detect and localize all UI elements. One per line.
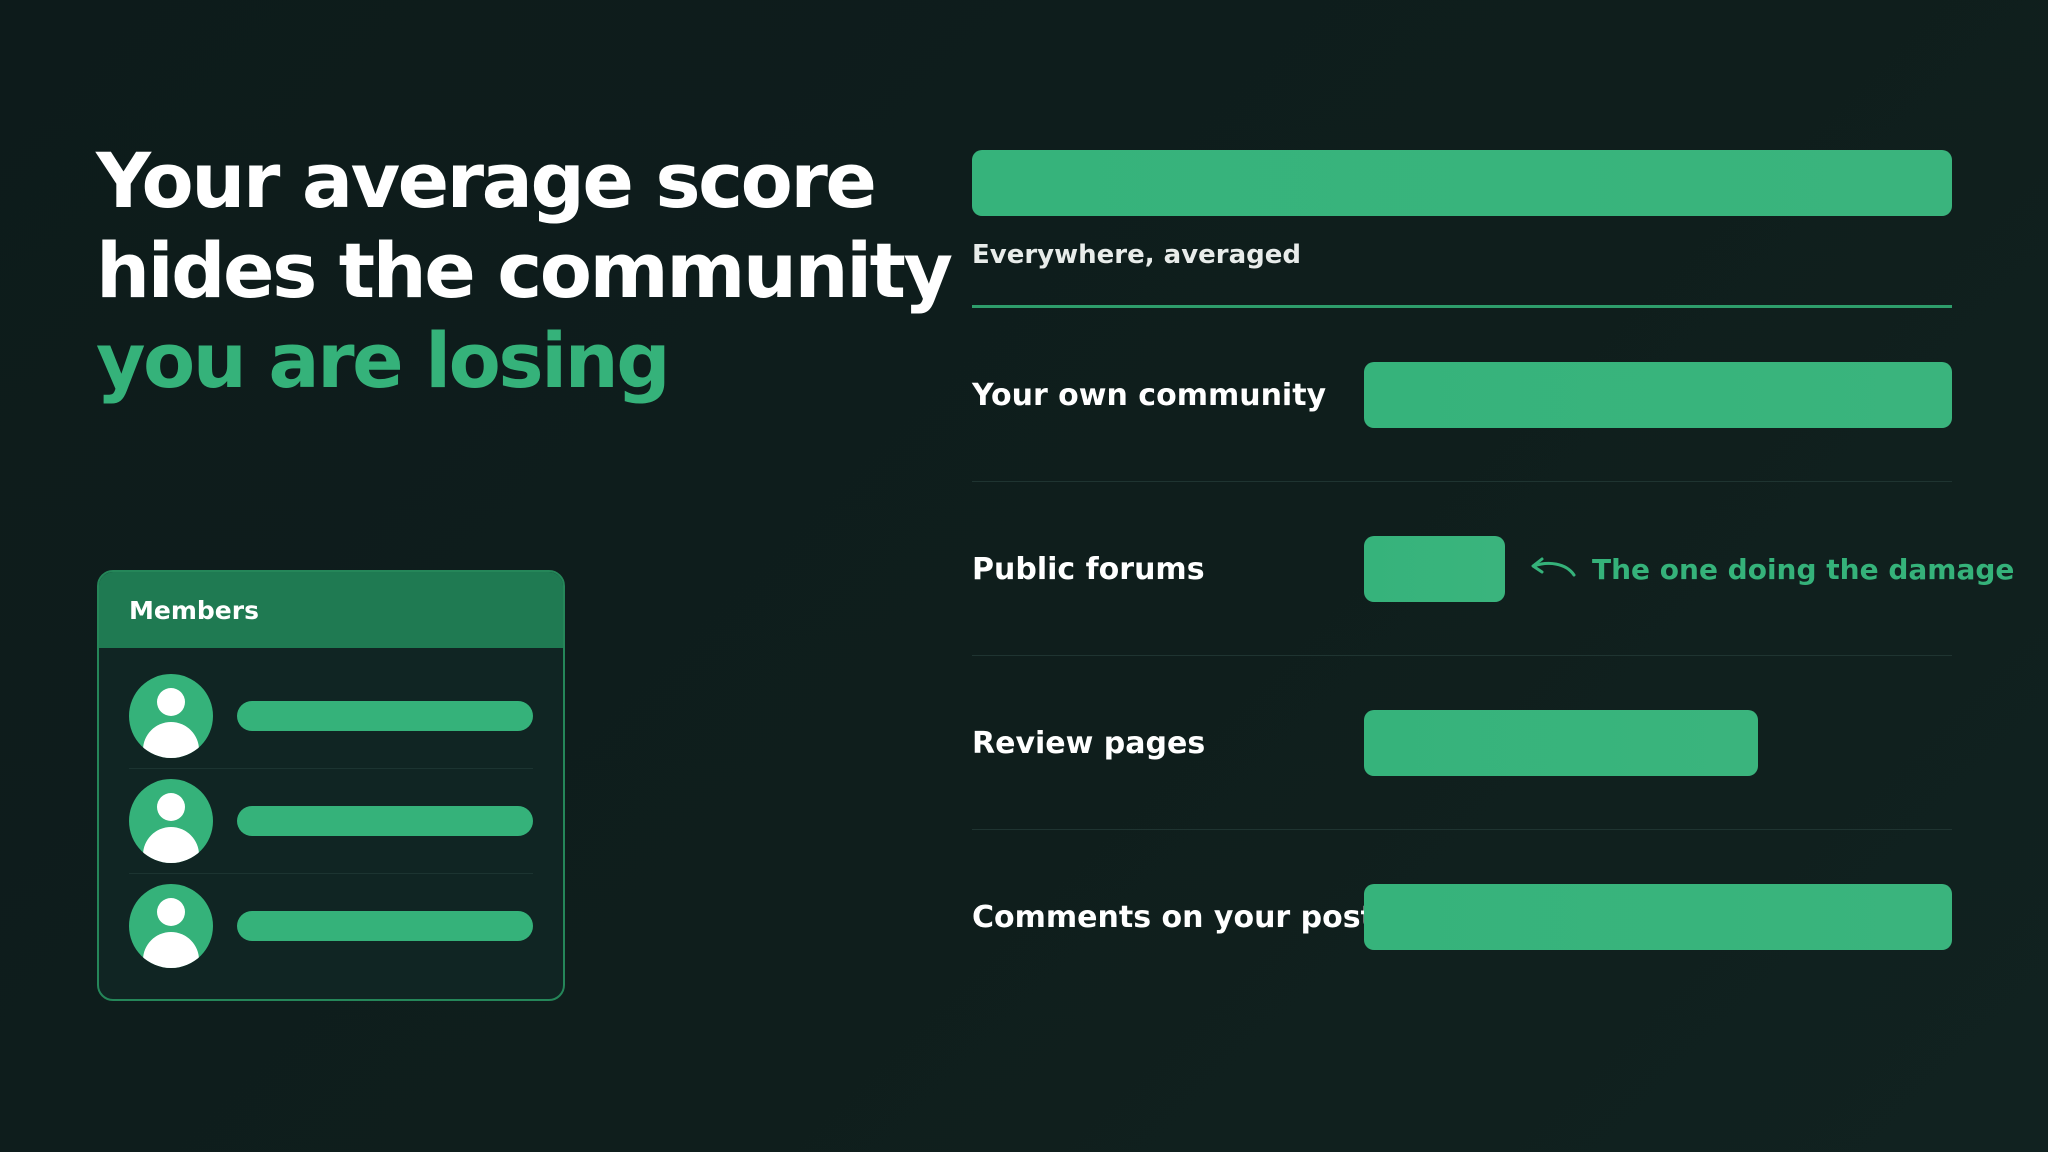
members-card-header: Members xyxy=(99,572,563,648)
member-placeholder-bar xyxy=(237,911,533,941)
chart-row-comments: Comments on your posts xyxy=(972,830,1952,1004)
annotation-text: The one doing the damage xyxy=(1592,552,2015,586)
overall-score-bar xyxy=(972,150,1952,216)
chart-row-own-community: Your own community xyxy=(972,308,1952,482)
category-label: Review pages xyxy=(972,725,1206,761)
members-card-title: Members xyxy=(129,595,259,625)
curved-arrow-left-icon xyxy=(1531,557,1576,577)
member-row xyxy=(129,664,533,769)
category-bar xyxy=(1364,536,1505,602)
headline: Your average score hides the community y… xyxy=(96,136,953,406)
user-avatar-icon xyxy=(129,884,213,968)
member-list xyxy=(99,648,563,978)
headline-line-2: hides the community xyxy=(96,226,953,315)
user-avatar-icon xyxy=(129,674,213,758)
category-label: Public forums xyxy=(972,551,1205,587)
member-row xyxy=(129,874,533,978)
member-row xyxy=(129,769,533,874)
chart-row-review-pages: Review pages xyxy=(972,656,1952,830)
category-bar xyxy=(1364,710,1758,776)
user-avatar-icon xyxy=(129,779,213,863)
headline-line-1: Your average score xyxy=(96,136,877,225)
category-label: Comments on your posts xyxy=(972,899,1393,935)
members-card: Members xyxy=(97,570,565,1001)
member-placeholder-bar xyxy=(237,701,533,731)
damage-annotation: The one doing the damage xyxy=(1530,482,2014,656)
member-placeholder-bar xyxy=(237,806,533,836)
category-label: Your own community xyxy=(972,377,1327,413)
category-bar xyxy=(1364,884,1952,950)
category-bar xyxy=(1364,362,1952,428)
chart-row-public-forums: Public forums The one doing the damage xyxy=(972,482,2014,656)
headline-line-3-accent: you are losing xyxy=(96,316,671,405)
overall-score-label: Everywhere, averaged xyxy=(972,240,1302,270)
